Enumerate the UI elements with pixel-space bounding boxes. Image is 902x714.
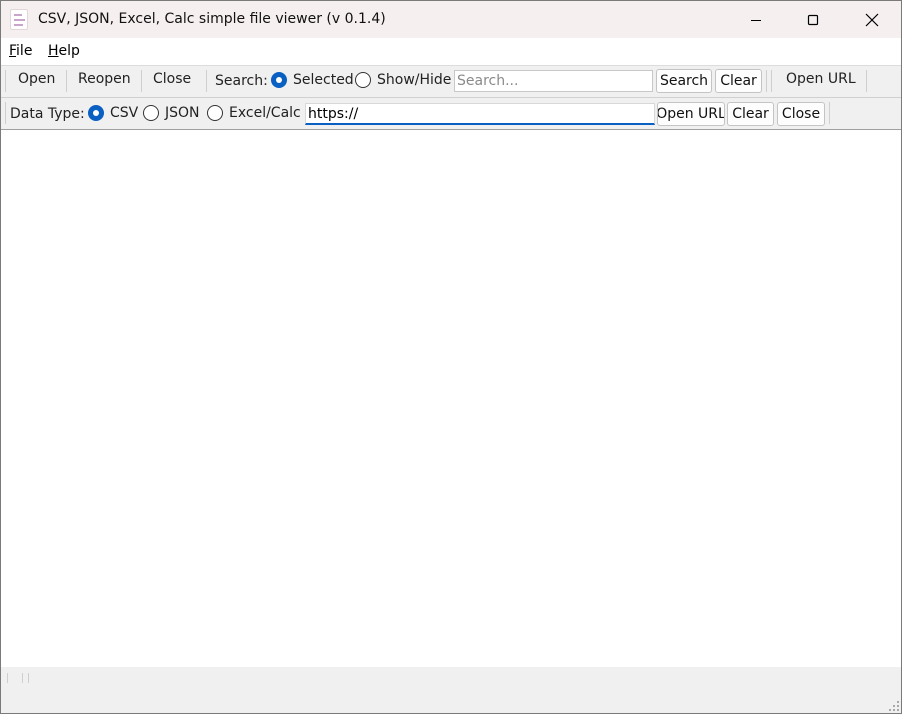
type-csv-label[interactable]: CSV — [110, 105, 138, 121]
data-type-label: Data Type: — [10, 106, 85, 122]
type-csv-radio[interactable] — [88, 105, 104, 121]
status-separator — [22, 673, 23, 683]
toolbar-grip — [5, 70, 6, 92]
menu-help[interactable]: Help — [48, 43, 80, 59]
menu-help-mnemonic: H — [48, 43, 59, 59]
minimize-button[interactable] — [733, 1, 779, 38]
search-button[interactable]: Search — [656, 69, 712, 93]
toolbar-grip — [5, 102, 6, 124]
close-file-button[interactable]: Close — [153, 71, 191, 87]
toolbar-separator — [66, 70, 67, 92]
maximize-icon — [807, 14, 819, 25]
toolbar-separator — [141, 70, 142, 92]
close-url-button[interactable]: Close — [777, 102, 825, 126]
toolbar-separator — [866, 70, 867, 92]
minimize-icon — [751, 19, 761, 21]
menu-bar: File Help — [1, 38, 901, 65]
type-json-label[interactable]: JSON — [165, 105, 200, 121]
search-input[interactable] — [454, 70, 653, 92]
menu-file-label: ile — [16, 43, 33, 59]
menu-file-mnemonic: F — [9, 43, 17, 59]
maximize-button[interactable] — [790, 1, 836, 38]
status-separator — [7, 673, 8, 683]
toolbar-separator — [766, 70, 767, 92]
title-bar[interactable]: CSV, JSON, Excel, Calc simple file viewe… — [1, 1, 901, 38]
resize-grip-icon[interactable] — [889, 701, 899, 711]
menu-help-label: elp — [58, 43, 80, 59]
toolbar-separator — [206, 70, 207, 92]
type-excel-label[interactable]: Excel/Calc — [229, 105, 301, 121]
search-label: Search: — [215, 73, 268, 89]
menu-file[interactable]: File — [9, 43, 32, 59]
toolbar-separator — [829, 102, 830, 124]
status-bar — [1, 667, 901, 713]
close-window-button[interactable] — [849, 1, 895, 38]
search-selected-label[interactable]: Selected — [293, 72, 354, 88]
close-icon — [865, 13, 879, 26]
url-toolbar: Data Type: CSV JSON Excel/Calc Open URL … — [1, 97, 901, 129]
app-window: CSV, JSON, Excel, Calc simple file viewe… — [0, 0, 902, 714]
search-showhide-radio[interactable] — [355, 72, 371, 88]
app-icon — [10, 9, 28, 30]
toolbar-separator — [771, 70, 772, 92]
clear-url-button[interactable]: Clear — [727, 102, 774, 126]
open-button[interactable]: Open — [18, 71, 55, 87]
main-toolbar: Open Reopen Close Search: Selected Show/… — [1, 65, 901, 97]
open-url-button[interactable]: Open URL — [657, 102, 725, 126]
open-url-toolbar-button[interactable]: Open URL — [786, 71, 856, 87]
search-selected-radio[interactable] — [271, 72, 287, 88]
data-view-area[interactable] — [1, 129, 901, 668]
url-input[interactable] — [305, 103, 655, 125]
window-title: CSV, JSON, Excel, Calc simple file viewe… — [38, 11, 386, 27]
type-excel-radio[interactable] — [207, 105, 223, 121]
status-separator — [28, 673, 29, 683]
type-json-radio[interactable] — [143, 105, 159, 121]
reopen-button[interactable]: Reopen — [78, 71, 131, 87]
clear-search-button[interactable]: Clear — [715, 69, 762, 93]
search-showhide-label[interactable]: Show/Hide — [377, 72, 451, 88]
